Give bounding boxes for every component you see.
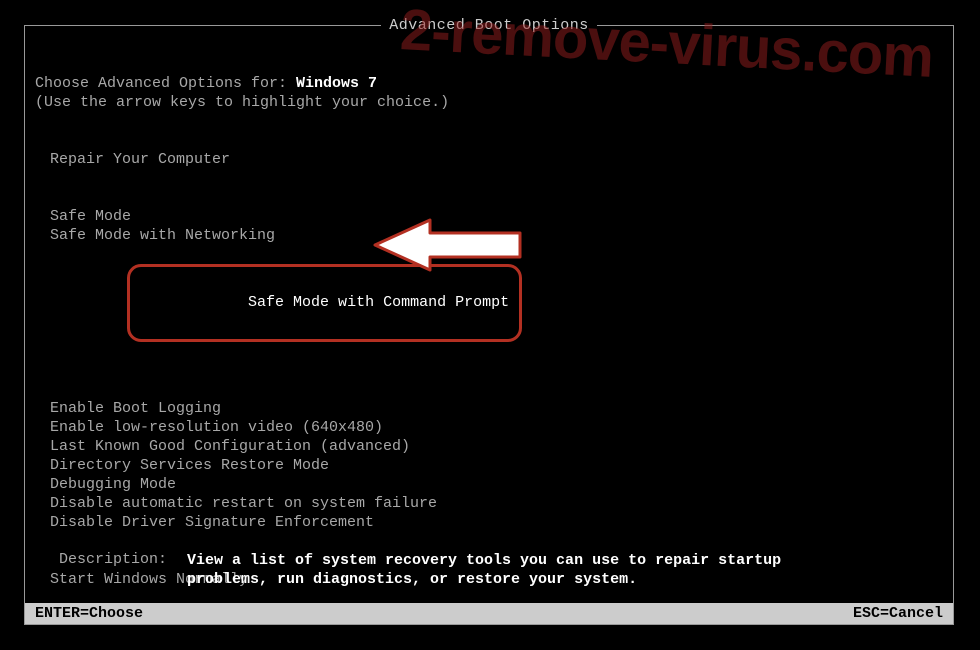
option-debugging-mode[interactable]: Debugging Mode — [50, 475, 943, 494]
choose-prompt: Choose Advanced Options for: Windows 7 — [35, 74, 943, 93]
option-group-repair: Repair Your Computer — [50, 150, 943, 169]
option-safe-mode-networking[interactable]: Safe Mode with Networking — [50, 226, 943, 245]
description-text: View a list of system recovery tools you… — [187, 551, 807, 589]
option-safe-mode[interactable]: Safe Mode — [50, 207, 943, 226]
option-disable-driver-sig[interactable]: Disable Driver Signature Enforcement — [50, 513, 943, 532]
option-disable-auto-restart[interactable]: Disable automatic restart on system fail… — [50, 494, 943, 513]
option-repair-your-computer[interactable]: Repair Your Computer — [50, 150, 943, 169]
option-group-advanced: Enable Boot Logging Enable low-resolutio… — [50, 399, 943, 532]
footer-esc: ESC=Cancel — [853, 605, 943, 622]
option-ds-restore-mode[interactable]: Directory Services Restore Mode — [50, 456, 943, 475]
footer-enter: ENTER=Choose — [35, 605, 143, 622]
content-area: Choose Advanced Options for: Windows 7 (… — [25, 26, 953, 589]
description-block: Description: View a list of system recov… — [59, 551, 807, 589]
options-list: Repair Your Computer Safe Mode Safe Mode… — [50, 150, 943, 589]
hint-text: (Use the arrow keys to highlight your ch… — [35, 93, 943, 112]
description-label: Description: — [59, 551, 187, 589]
os-name: Windows 7 — [296, 75, 377, 92]
option-enable-boot-logging[interactable]: Enable Boot Logging — [50, 399, 943, 418]
footer-bar: ENTER=Choose ESC=Cancel — [25, 603, 953, 624]
page-title: Advanced Boot Options — [381, 17, 597, 34]
option-low-res-video[interactable]: Enable low-resolution video (640x480) — [50, 418, 943, 437]
option-safe-mode-command-prompt[interactable]: Safe Mode with Command Prompt — [248, 294, 509, 311]
option-group-safemode: Safe Mode Safe Mode with Networking Safe… — [50, 207, 943, 361]
title-wrap: Advanced Boot Options — [25, 17, 953, 34]
option-last-known-good[interactable]: Last Known Good Configuration (advanced) — [50, 437, 943, 456]
boot-menu-frame: Advanced Boot Options Choose Advanced Op… — [24, 25, 954, 625]
option-safe-mode-cmd-wrap: Safe Mode with Command Prompt — [50, 245, 943, 361]
highlight-callout: Safe Mode with Command Prompt — [127, 264, 522, 342]
prompt-prefix: Choose Advanced Options for: — [35, 75, 296, 92]
